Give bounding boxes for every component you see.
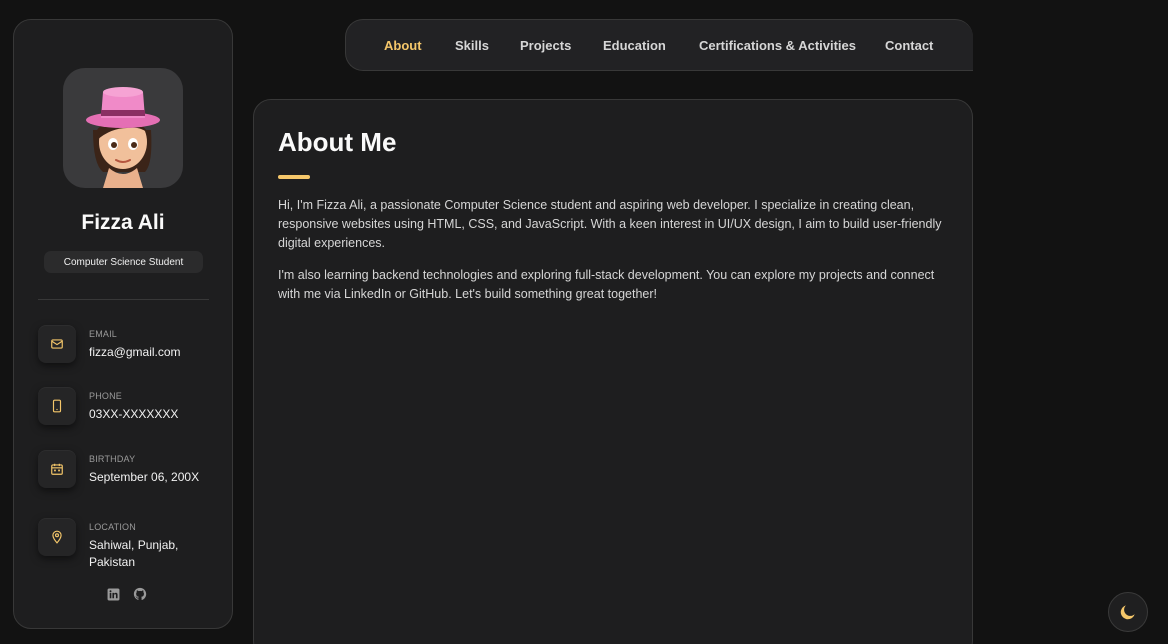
sidebar-divider: [38, 299, 209, 300]
phone-icon: [38, 387, 76, 425]
birthday-value: September 06, 200X: [89, 470, 200, 484]
location-pin-icon: [38, 518, 76, 556]
contact-phone: PHONE 03XX-XXXXXXX: [38, 387, 228, 427]
contact-label: EMAIL: [89, 329, 118, 339]
profile-name: Fizza Ali: [81, 211, 165, 234]
profile-title-badge: Computer Science Student: [44, 251, 203, 273]
nav-certifications[interactable]: Certifications & Activities: [699, 38, 856, 53]
contact-label: BIRTHDAY: [89, 454, 136, 464]
section-title: About Me: [278, 127, 397, 157]
contact-location: LOCATION Sahiwal, Punjab, Pakistan: [38, 518, 228, 569]
location-value: Sahiwal, Punjab, Pakistan: [89, 538, 179, 569]
mail-icon: [38, 325, 76, 363]
email-link[interactable]: fizza@gmail.com: [89, 344, 214, 361]
avatar-image: [86, 87, 160, 188]
phone-link[interactable]: 03XX-XXXXXXX: [89, 406, 214, 423]
nav-about[interactable]: About: [384, 38, 422, 53]
contact-birthday: BIRTHDAY September 06, 200X: [38, 450, 228, 490]
title-underline: [278, 175, 310, 179]
sidebar: Fizza Ali Computer Science Student EMAIL…: [13, 19, 233, 629]
about-paragraph: Hi, I'm Fizza Ali, a passionate Computer…: [278, 198, 942, 250]
github-icon[interactable]: [133, 587, 147, 601]
linkedin-icon[interactable]: [106, 587, 120, 601]
nav-skills[interactable]: Skills: [455, 38, 489, 53]
nav-education[interactable]: Education: [603, 38, 666, 53]
contact-label: PHONE: [89, 391, 123, 401]
avatar: [63, 68, 183, 188]
moon-icon: [1120, 605, 1135, 620]
about-section: About Me Hi, I'm Fizza Ali, a passionate…: [253, 99, 973, 644]
contact-label: LOCATION: [89, 522, 136, 532]
about-paragraph: I'm also learning backend technologies a…: [278, 268, 935, 301]
navbar: About Skills Projects Education Certific…: [345, 19, 973, 71]
nav-projects[interactable]: Projects: [520, 38, 571, 53]
theme-toggle-button[interactable]: [1108, 592, 1148, 632]
nav-contact[interactable]: Contact: [885, 38, 933, 53]
contact-email: EMAIL fizza@gmail.com: [38, 325, 228, 365]
calendar-icon: [38, 450, 76, 488]
